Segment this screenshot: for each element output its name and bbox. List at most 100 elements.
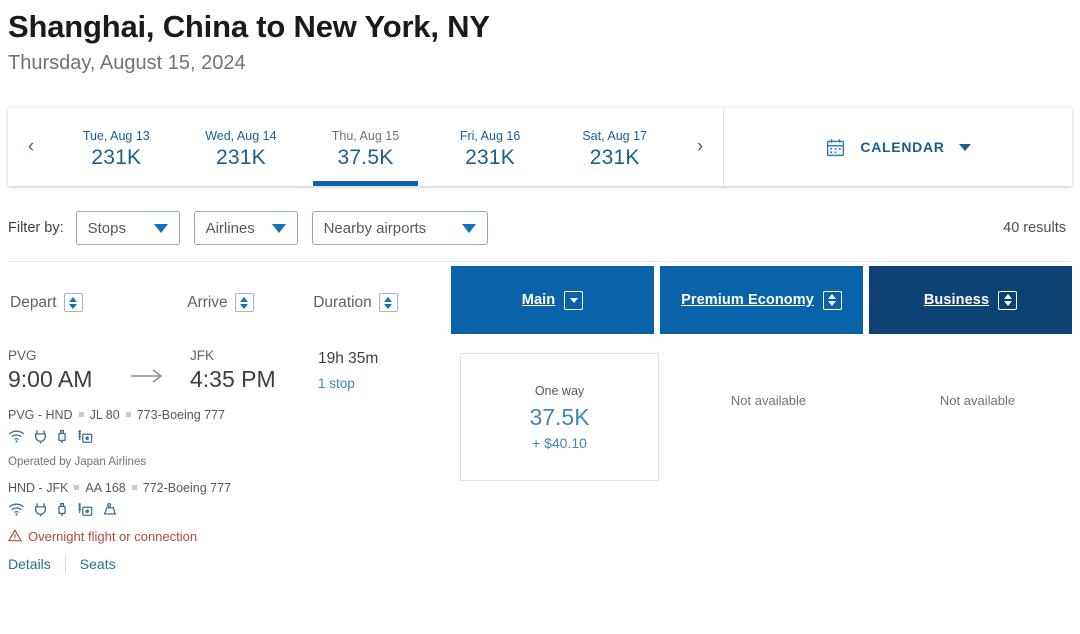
sort-toggle-icon <box>63 293 83 313</box>
seats-link[interactable]: Seats <box>80 556 116 572</box>
overnight-notice-text: Overnight flight or connection <box>28 529 198 545</box>
duration-block: 19h 35m 1 stop <box>318 348 458 391</box>
tab-business-label: Business <box>923 292 990 309</box>
filter-by-label: Filter by: <box>8 220 64 237</box>
power-icon <box>34 502 47 517</box>
separator-dot-icon <box>131 485 137 491</box>
date-option-label: Sat, Aug 17 <box>582 128 647 143</box>
page-title: Shanghai, China to New York, NY <box>8 9 490 44</box>
fare-class-tabs: Main Premium Economy Business <box>451 266 1072 335</box>
tab-main[interactable]: Main <box>451 266 654 335</box>
arrive-block: JFK 4:35 PM <box>190 348 318 395</box>
sort-arrive-button[interactable]: Arrive <box>187 293 254 334</box>
date-option-label: Tue, Aug 13 <box>82 128 150 143</box>
filter-airlines-dropdown[interactable]: Airlines <box>193 211 298 246</box>
chevron-down-icon <box>271 223 286 233</box>
date-strip: ‹ Tue, Aug 13 231K Wed, Aug 14 231K Thu,… <box>8 108 724 187</box>
segment-1-amenities <box>8 429 458 444</box>
segment-flight-number: JL 80 <box>89 407 120 422</box>
filter-airlines-label: Airlines <box>205 219 255 237</box>
sort-toggle-icon <box>234 293 254 313</box>
calendar-icon <box>825 137 846 158</box>
flight-times: PVG 9:00 AM JFK 4:35 PM 19h 35m 1 stop <box>8 348 458 395</box>
details-link[interactable]: Details <box>8 556 51 572</box>
previous-dates-button[interactable]: ‹ <box>8 108 54 186</box>
link-separator <box>64 555 66 573</box>
date-option-price: 231K <box>91 145 142 169</box>
triangle-down-icon <box>384 303 393 309</box>
date-option-price: 231K <box>215 145 266 169</box>
calendar-button[interactable]: CALENDAR <box>724 108 1072 186</box>
sort-down-icon <box>564 290 584 310</box>
results-count: 40 results <box>1003 220 1066 237</box>
date-option-label: Wed, Aug 14 <box>205 128 277 143</box>
triangle-up-icon <box>1003 294 1012 300</box>
column-depart-label: Depart <box>10 293 57 311</box>
tab-premium-economy-label: Premium Economy <box>681 292 814 309</box>
date-option-fri-aug-16[interactable]: Fri, Aug 16 231K <box>428 108 553 186</box>
fare-unavailable-premium-economy: Not available <box>730 393 807 409</box>
chevron-down-icon <box>461 223 476 233</box>
flight-row-links: Details Seats <box>8 555 458 573</box>
sort-toggle-icon <box>998 290 1018 310</box>
fare-cells: One way 37.5K + $40.10 Not available Not… <box>458 348 1079 573</box>
entertainment-icon <box>77 502 93 517</box>
date-option-tue-aug-13[interactable]: Tue, Aug 13 231K <box>54 108 179 186</box>
fare-taxes-main: + $40.10 <box>532 434 587 451</box>
segment-details-line: PVG - HND JL 80 773-Boeing 777 <box>8 408 458 422</box>
sort-toggle-icon <box>378 293 398 313</box>
chevron-down-icon <box>958 143 971 151</box>
date-option-sat-aug-17[interactable]: Sat, Aug 17 231K <box>552 108 677 186</box>
tab-main-label: Main <box>521 292 556 309</box>
triangle-down-icon <box>69 303 78 309</box>
fare-cell-premium-economy: Not available <box>667 353 870 573</box>
tab-business[interactable]: Business <box>869 266 1072 335</box>
separator-dot-icon <box>74 485 80 491</box>
column-duration: Duration <box>313 293 451 334</box>
segment-flight-number: AA 168 <box>85 480 126 495</box>
filter-bar: Filter by: Stops Airlines Nearby airport… <box>8 205 1072 251</box>
segment-aircraft: 772-Boeing 777 <box>142 480 232 495</box>
chevron-down-icon <box>153 223 168 233</box>
fare-cell-business: Not available <box>876 353 1079 573</box>
flight-segment-2: HND - JFK AA 168 772-Boeing 777 <box>8 481 458 517</box>
date-option-price: 37.5K <box>337 145 394 169</box>
date-option-wed-aug-14[interactable]: Wed, Aug 14 231K <box>179 108 304 186</box>
date-option-price: 231K <box>465 145 515 169</box>
sort-depart-button[interactable]: Depart <box>10 293 83 334</box>
filter-nearby-airports-label: Nearby airports <box>323 219 427 237</box>
sort-toggle-icon <box>822 290 842 310</box>
arrive-airport-code: JFK <box>190 348 215 364</box>
overnight-notice: Overnight flight or connection <box>7 529 458 545</box>
usb-icon <box>56 502 68 517</box>
usb-icon <box>56 429 68 444</box>
filter-stops-dropdown[interactable]: Stops <box>75 211 180 246</box>
next-dates-button[interactable]: › <box>677 108 723 186</box>
power-icon <box>34 429 47 444</box>
wifi-icon <box>8 429 25 443</box>
lieflat-seat-icon <box>102 502 118 517</box>
column-depart: Depart <box>8 293 187 334</box>
segment-details-line: HND - JFK AA 168 772-Boeing 777 <box>8 481 458 495</box>
date-option-label: Thu, Aug 15 <box>331 128 400 143</box>
flight-duration: 19h 35m <box>318 350 379 368</box>
separator-dot-icon <box>78 412 84 418</box>
segment-route: HND - JFK <box>8 480 69 495</box>
triangle-down-icon <box>240 303 249 309</box>
date-option-thu-aug-15-selected[interactable]: Thu, Aug 15 37.5K <box>303 108 428 187</box>
sort-duration-button[interactable]: Duration <box>313 293 398 334</box>
fare-card-main[interactable]: One way 37.5K + $40.10 <box>460 353 659 482</box>
flight-segment-1: PVG - HND JL 80 773-Boeing 777 <box>8 408 458 444</box>
tab-premium-economy[interactable]: Premium Economy <box>660 266 863 335</box>
segment-2-amenities <box>8 502 458 517</box>
filter-nearby-airports-dropdown[interactable]: Nearby airports <box>311 211 488 246</box>
flight-stops[interactable]: 1 stop <box>318 376 458 391</box>
flight-result-row: PVG 9:00 AM JFK 4:35 PM 19h 35m 1 stop P… <box>7 334 1072 573</box>
triangle-down-icon <box>569 297 578 303</box>
fare-price-main: 37.5K <box>529 403 590 430</box>
column-arrive-label: Arrive <box>187 293 228 311</box>
column-duration-label: Duration <box>313 293 372 311</box>
arrow-right-icon <box>130 368 164 389</box>
wifi-icon <box>8 502 25 516</box>
segment-aircraft: 773-Boeing 777 <box>136 407 225 422</box>
